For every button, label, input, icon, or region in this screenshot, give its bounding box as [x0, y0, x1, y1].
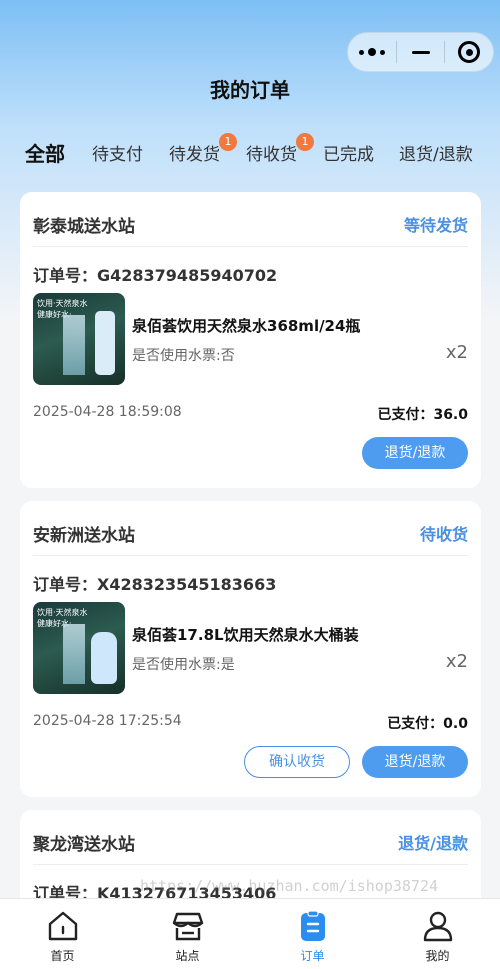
tab-completed[interactable]: 已完成 [323, 140, 374, 165]
order-time: 2025-04-28 17:25:54 [33, 713, 182, 729]
tabbar-store[interactable]: 站点 [125, 899, 250, 969]
divider [33, 555, 468, 556]
product-name: 泉佰荟17.8L饮用天然泉水大桶装 [132, 626, 359, 644]
waterfall-graphic [63, 315, 85, 375]
product-image: 饮用·天然泉水 健康好水· [33, 602, 125, 694]
mini-program-capsule [347, 32, 494, 72]
order-status: 退货/退款 [398, 834, 468, 853]
store-name: 聚龙湾送水站 [33, 835, 135, 855]
order-time: 2025-04-28 18:59:08 [33, 404, 182, 420]
more-button[interactable] [348, 33, 396, 71]
bottom-tab-bar: 首页 站点 订单 我的 [0, 898, 500, 969]
pending-receipt-badge: 1 [296, 133, 314, 151]
order-card[interactable]: 彰泰城送水站 等待发货 订单号：G428379485940702 饮用·天然泉水… [20, 192, 481, 488]
user-icon [423, 911, 453, 942]
minimize-icon [411, 50, 430, 54]
store-name: 安新洲送水站 [33, 526, 135, 546]
bucket-graphic [91, 632, 117, 684]
order-number: 订单号：G428379485940702 [33, 266, 278, 285]
water-ticket-info: 是否使用水票:否 [132, 348, 235, 364]
tabbar-label: 站点 [175, 949, 200, 963]
tabbar-mine[interactable]: 我的 [375, 899, 500, 969]
page-title: 我的订单 [210, 78, 290, 102]
tabbar-label: 首页 [50, 949, 75, 963]
watermark: https://www.huzhan.com/ishop38724 [140, 877, 439, 895]
order-status: 等待发货 [403, 216, 468, 235]
product-name: 泉佰荟饮用天然泉水368ml/24瓶 [132, 317, 361, 335]
pending-shipment-badge: 1 [219, 133, 237, 151]
refund-button[interactable]: 退货/退款 [362, 437, 468, 469]
order-number: 订单号：X428323545183663 [33, 575, 277, 594]
order-icon [301, 910, 325, 941]
more-dots-icon [358, 48, 385, 56]
order-status: 待收货 [419, 525, 468, 544]
tab-refund[interactable]: 退货/退款 [399, 140, 473, 165]
divider [33, 864, 468, 865]
product-image-text: 饮用·天然泉水 [37, 608, 88, 617]
product-quantity: x2 [445, 342, 468, 363]
tab-pending-shipment[interactable]: 待发货 [169, 140, 220, 165]
tab-all[interactable]: 全部 [25, 138, 65, 167]
divider [33, 246, 468, 247]
product-quantity: x2 [445, 651, 468, 672]
target-close-icon [458, 41, 481, 63]
paid-amount: 已支付：0.0 [387, 716, 468, 732]
paid-amount: 已支付：36.0 [377, 407, 468, 423]
store-name: 彰泰城送水站 [33, 217, 135, 237]
water-ticket-info: 是否使用水票:是 [132, 657, 235, 673]
tabbar-label: 订单 [300, 949, 325, 963]
tab-pending-receipt[interactable]: 待收货 [246, 140, 297, 165]
product-image-text: 饮用·天然泉水 [37, 299, 88, 308]
order-card[interactable]: 安新洲送水站 待收货 订单号：X428323545183663 饮用·天然泉水 … [20, 501, 481, 797]
bottle-graphic [95, 311, 115, 375]
refund-button[interactable]: 退货/退款 [362, 746, 468, 778]
home-icon [48, 911, 78, 941]
tab-pending-payment[interactable]: 待支付 [92, 140, 143, 165]
waterfall-graphic [63, 624, 85, 684]
close-button[interactable] [445, 33, 493, 71]
tabbar-orders[interactable]: 订单 [250, 899, 375, 969]
minimize-button[interactable] [397, 33, 445, 71]
tabbar-label: 我的 [425, 949, 450, 963]
product-image: 饮用·天然泉水 健康好水· [33, 293, 125, 385]
store-icon [172, 912, 204, 941]
confirm-receipt-button[interactable]: 确认收货 [244, 746, 350, 778]
tabbar-home[interactable]: 首页 [0, 899, 125, 969]
order-tabs: 全部 待支付 待发货 1 待收货 1 已完成 退货/退款 [0, 133, 500, 170]
